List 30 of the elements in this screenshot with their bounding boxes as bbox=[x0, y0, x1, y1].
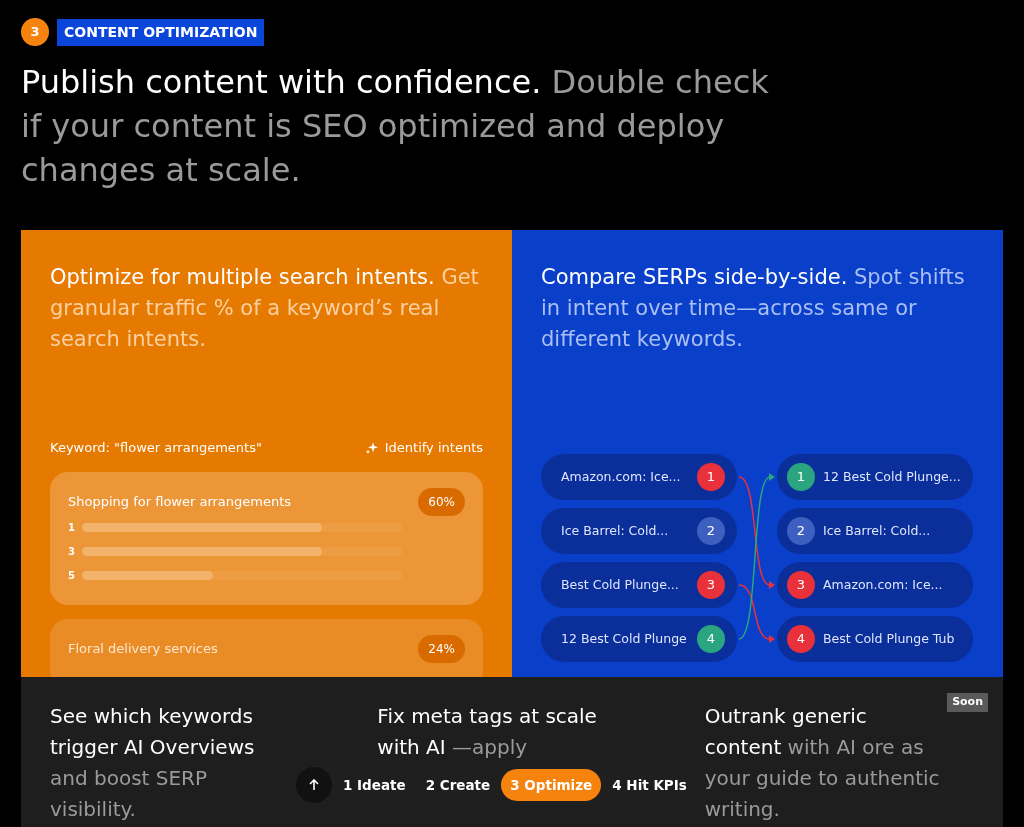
result-title: 12 Best Cold Plunge... bbox=[823, 467, 961, 486]
card-heading: Optimize for multiple search intents. Get granular traffic % of a keyword’s real search intents. bbox=[50, 264, 480, 353]
result-title: Amazon.com: Ice... bbox=[823, 575, 943, 594]
result-title: Ice Barrel: Cold... bbox=[823, 521, 931, 540]
intent-name: Floral delivery services bbox=[68, 639, 218, 658]
result-title: Best Cold Plunge... bbox=[561, 575, 679, 594]
result-title: Amazon.com: Ice... bbox=[561, 467, 681, 486]
share-badge: 60% bbox=[418, 487, 465, 516]
result-title: Ice Barrel: Cold... bbox=[561, 521, 669, 540]
step-tab[interactable]: 4 Hit KPIs bbox=[603, 769, 696, 801]
card-heading: Compare SERPs side-by-side. Spot shifts in intent over time—across same or different keywords. bbox=[541, 264, 966, 353]
step-tab[interactable]: 2 Create bbox=[416, 769, 500, 801]
section-label: CONTENT OPTIMIZATION bbox=[57, 18, 265, 46]
feature-text: Outrank generic content with AI ore as your guide to authentic writing. bbox=[704, 703, 941, 823]
up-arrow-icon bbox=[309, 779, 319, 791]
headline: Publish content with confidence. Double check if your content is SEO optimized and deploy changes at scale. bbox=[21, 62, 770, 191]
step-tab[interactable]: 1 Ideate bbox=[334, 769, 415, 801]
rank-number: 1 bbox=[68, 520, 76, 535]
rank-number: 3 bbox=[68, 544, 76, 559]
result-title: 12 Best Cold Plunge bbox=[561, 629, 687, 648]
step-number-badge: 3 bbox=[21, 18, 49, 46]
rank-number: 5 bbox=[68, 568, 76, 583]
result-title: Best Cold Plunge Tub bbox=[823, 629, 955, 648]
keyword-label: Keyword: "flower arrangements" bbox=[50, 439, 262, 457]
scroll-up-button[interactable] bbox=[296, 767, 332, 803]
soon-badge: Soon bbox=[947, 693, 988, 712]
feature-text: Fix meta tags at scale with AI —apply bbox=[377, 703, 598, 761]
intent-name: Shopping for flower arrangements bbox=[68, 492, 292, 511]
feature-text: See which keywords trigger AI Overviews and boost SERP visibility. bbox=[50, 703, 256, 823]
share-badge: 24% bbox=[418, 634, 465, 663]
